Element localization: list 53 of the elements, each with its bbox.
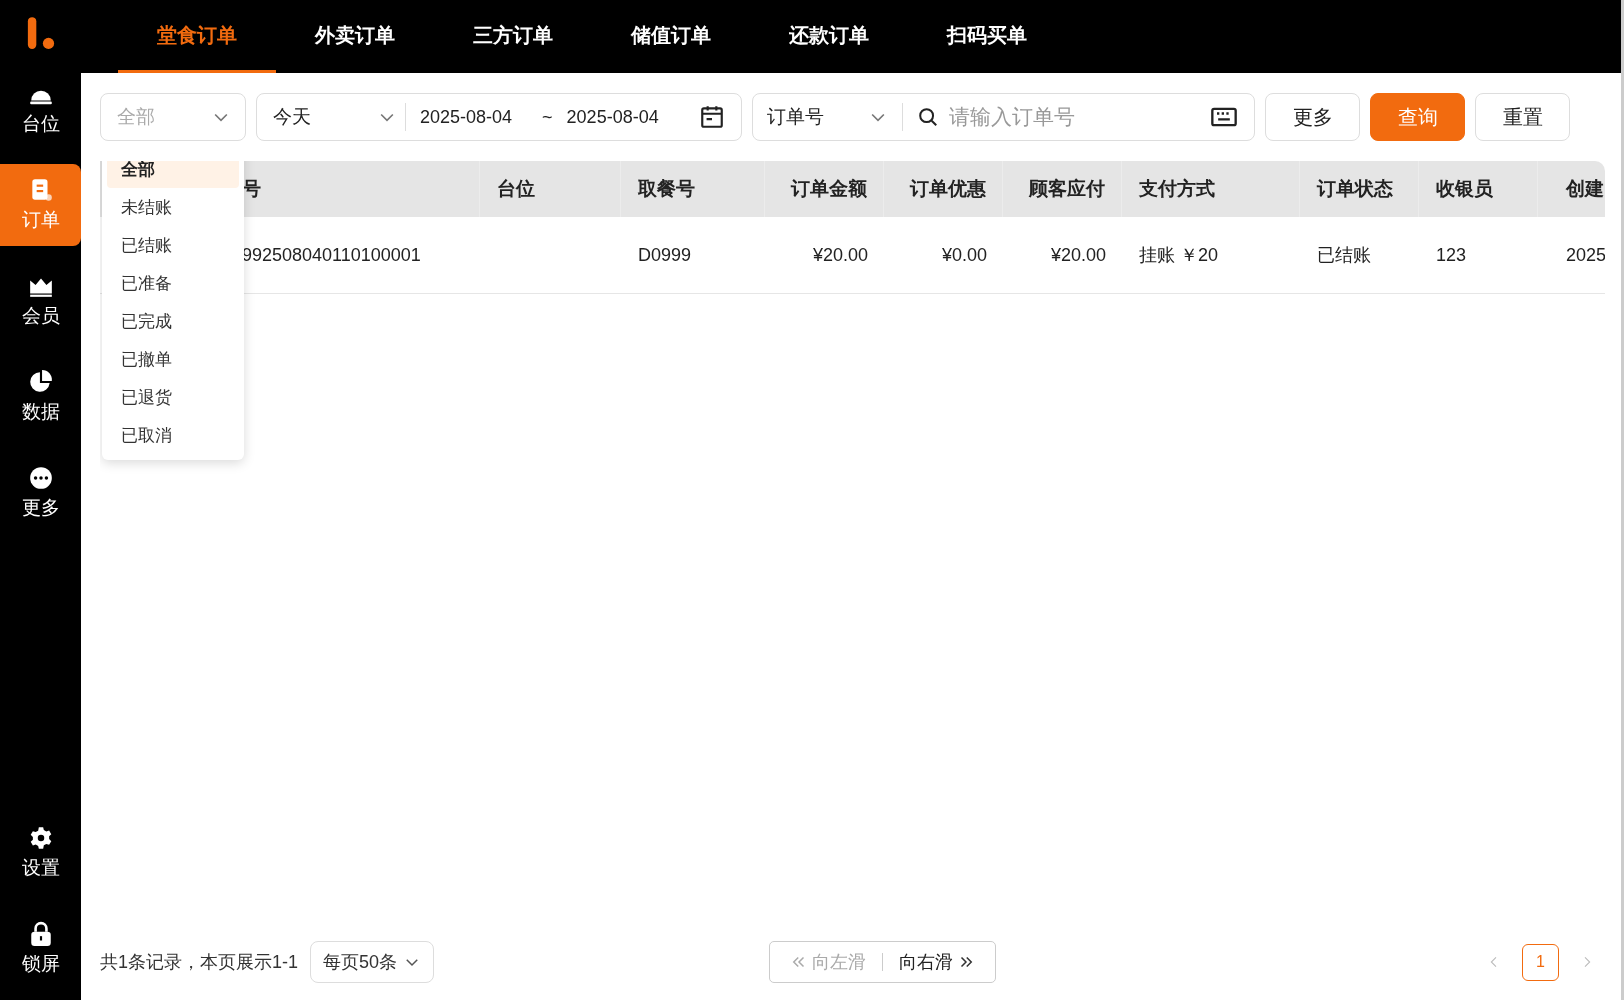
tab[interactable]: 储值订单: [592, 0, 750, 73]
date-range-field[interactable]: 今天 2025-08-04 ~ 2025-08-04: [256, 93, 742, 141]
tab[interactable]: 外卖订单: [276, 0, 434, 73]
table-cell-text: 挂账 ￥20: [1139, 244, 1219, 267]
sidebar-item[interactable]: 设置: [0, 812, 81, 894]
column-header: 订单金额: [791, 177, 867, 201]
table-cell: ¥0.00: [941, 244, 987, 266]
column-header: 订单优惠: [910, 177, 986, 201]
dropdown-option[interactable]: 已退货: [107, 378, 239, 416]
sidebar-item[interactable]: 会员: [0, 260, 81, 342]
period-select[interactable]: 今天: [273, 104, 311, 130]
column-header: 订单状态: [1317, 177, 1393, 201]
tab[interactable]: 扫码买单: [908, 0, 1066, 73]
page-size-select[interactable]: 每页50条: [310, 941, 435, 983]
column-header: 创建: [1566, 177, 1604, 201]
sidebar-item[interactable]: 更多: [0, 452, 81, 534]
sidebar-item[interactable]: 台位: [0, 68, 81, 150]
search-icon: [917, 106, 939, 128]
tab[interactable]: 三方订单: [434, 0, 592, 73]
dropdown-option[interactable]: 已撤单: [107, 340, 239, 378]
dropdown-option[interactable]: 已取消: [107, 416, 239, 454]
column-header: 取餐号: [638, 177, 695, 201]
table-cell: 992508040110100001: [242, 244, 421, 266]
scroll-right-button[interactable]: 向右滑: [899, 950, 976, 974]
column-header: 支付方式: [1139, 177, 1215, 201]
table-cell-text: 已结账: [1317, 244, 1371, 267]
range-separator: ~: [542, 106, 553, 128]
column-header: 收银员: [1436, 177, 1493, 201]
search-type-select[interactable]: 订单号: [767, 104, 824, 130]
column-header: 台位: [497, 177, 535, 201]
table-cell: D0999: [638, 244, 692, 266]
search-field[interactable]: 订单号 请输入订单号: [752, 93, 1255, 141]
logo-icon: [25, 17, 56, 51]
table-cell: 2025: [1566, 244, 1605, 266]
table-cell: ¥20.00: [812, 244, 868, 266]
sidebar-item[interactable]: 数据: [0, 356, 81, 438]
button[interactable]: 更多: [1265, 93, 1360, 141]
dropdown-option[interactable]: 已完成: [107, 302, 239, 340]
pie-chart-icon: [27, 369, 54, 395]
record-summary: 共1条记录，本页展示1-1: [100, 951, 299, 974]
more-icon: [27, 465, 54, 491]
tab[interactable]: 还款订单: [750, 0, 908, 73]
end-date[interactable]: 2025-08-04: [566, 106, 659, 128]
column-header: 号: [242, 177, 261, 201]
column-header: 顾客应付: [1029, 177, 1105, 201]
table-cell: 123: [1436, 244, 1467, 266]
table-cell: ¥20.00: [1050, 244, 1106, 266]
calendar-icon: [699, 104, 725, 130]
tab[interactable]: 堂食订单: [118, 0, 276, 73]
sidebar-item[interactable]: 锁屏: [0, 908, 81, 990]
start-date[interactable]: 2025-08-04: [420, 106, 513, 128]
dropdown-option[interactable]: 已结账: [107, 226, 239, 264]
button[interactable]: 重置: [1475, 93, 1570, 141]
